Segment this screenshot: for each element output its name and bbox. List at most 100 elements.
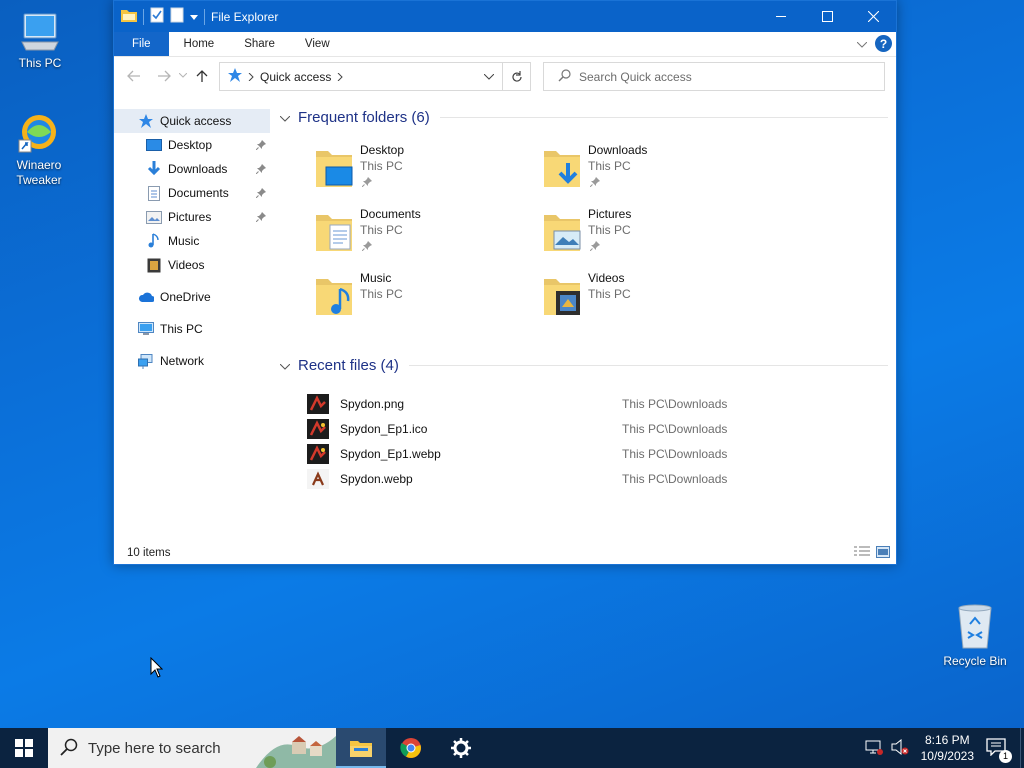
file-name: Spydon_Ep1.webp bbox=[340, 446, 441, 461]
folder-icon[interactable] bbox=[121, 8, 137, 25]
search-icon bbox=[60, 738, 78, 759]
address-bar[interactable]: Quick access bbox=[219, 62, 531, 91]
chrome-icon bbox=[400, 738, 421, 758]
sidebar-item-label: Desktop bbox=[168, 138, 213, 152]
desktop-icon-winaero-tweaker[interactable]: Winaero Tweaker bbox=[1, 112, 77, 188]
taskbar-chrome[interactable] bbox=[386, 728, 436, 768]
image-file-icon bbox=[307, 393, 329, 414]
item-count: 10 items bbox=[127, 547, 171, 559]
pin-icon[interactable] bbox=[255, 211, 266, 225]
desktop-icon-label: Winaero Tweaker bbox=[16, 158, 62, 187]
folder-tile-downloads[interactable]: Downloads This PC bbox=[542, 143, 742, 199]
maximize-button[interactable] bbox=[804, 1, 850, 32]
winaero-tweaker-icon bbox=[17, 112, 61, 156]
taskbar: Type here to search 8:16 PM 10/9/2023 1 bbox=[0, 728, 1024, 768]
frequent-folders-header[interactable]: Frequent folders (6) bbox=[274, 105, 888, 129]
recent-locations-button[interactable] bbox=[176, 64, 190, 88]
desktop-icon bbox=[146, 137, 162, 153]
desktop-icon-recycle-bin[interactable]: Recycle Bin bbox=[940, 602, 1010, 668]
mouse-cursor-icon bbox=[150, 656, 164, 681]
close-button[interactable] bbox=[850, 1, 896, 32]
search-input[interactable]: Search Quick access bbox=[543, 62, 885, 91]
search-highlight-illustration bbox=[256, 728, 336, 768]
refresh-button[interactable] bbox=[502, 63, 530, 90]
picture-icon bbox=[146, 209, 162, 225]
folder-name: Music bbox=[360, 271, 392, 285]
tab-file[interactable]: File bbox=[114, 32, 169, 56]
sidebar-item-downloads[interactable]: Downloads bbox=[114, 157, 270, 181]
minimize-button[interactable] bbox=[758, 1, 804, 32]
desktop-icon-this-pc[interactable]: This PC bbox=[2, 10, 78, 71]
volume-muted-icon[interactable] bbox=[891, 738, 909, 758]
sidebar-item-pictures[interactable]: Pictures bbox=[114, 205, 270, 229]
clock-date: 10/9/2023 bbox=[920, 749, 974, 763]
folder-tile-pictures[interactable]: Pictures This PC bbox=[542, 207, 742, 263]
breadcrumb[interactable]: Quick access bbox=[260, 70, 331, 84]
large-icons-view-icon[interactable] bbox=[876, 546, 890, 561]
desktop-folder-icon bbox=[314, 145, 354, 189]
notification-count-badge: 1 bbox=[999, 749, 1012, 763]
folder-tile-desktop[interactable]: Desktop This PC bbox=[314, 143, 514, 199]
tab-home[interactable]: Home bbox=[168, 32, 230, 56]
recent-file-row[interactable]: Spydon.webp This PC\Downloads bbox=[274, 466, 888, 491]
sidebar-item-label: Documents bbox=[168, 186, 229, 200]
recent-files-header[interactable]: Recent files (4) bbox=[274, 353, 888, 377]
taskbar-settings[interactable] bbox=[436, 728, 486, 768]
desktop-icon-label: This PC bbox=[18, 56, 62, 70]
clock[interactable]: 8:16 PM 10/9/2023 bbox=[921, 732, 974, 764]
recent-files-list: Spydon.png This PC\Downloads Spydon_Ep1.… bbox=[274, 391, 888, 491]
help-icon[interactable]: ? bbox=[875, 35, 892, 52]
pin-icon bbox=[589, 176, 600, 190]
chevron-down-icon bbox=[279, 357, 291, 374]
sidebar-item-desktop[interactable]: Desktop bbox=[114, 133, 270, 157]
chevron-down-icon[interactable] bbox=[190, 10, 198, 24]
folder-name: Pictures bbox=[588, 207, 632, 221]
sidebar-item-videos[interactable]: Videos bbox=[114, 253, 270, 277]
sidebar-item-quick-access[interactable]: Quick access bbox=[114, 109, 270, 133]
file-location: This PC\Downloads bbox=[622, 446, 728, 461]
pin-icon[interactable] bbox=[255, 187, 266, 201]
sidebar-item-label: Pictures bbox=[168, 210, 212, 224]
file-name: Spydon.webp bbox=[340, 471, 413, 486]
details-view-icon[interactable] bbox=[854, 546, 870, 561]
download-icon bbox=[146, 161, 162, 177]
navigation-pane: Quick access Desktop Downloads Documents… bbox=[114, 109, 270, 373]
up-button[interactable] bbox=[190, 64, 214, 88]
recent-file-row[interactable]: Spydon_Ep1.ico This PC\Downloads bbox=[274, 416, 888, 441]
start-button[interactable] bbox=[0, 728, 48, 768]
taskbar-file-explorer[interactable] bbox=[336, 728, 386, 768]
notifications-button[interactable]: 1 bbox=[986, 737, 1012, 763]
tab-view[interactable]: View bbox=[289, 32, 345, 56]
address-dropdown-button[interactable] bbox=[478, 63, 500, 90]
pin-icon[interactable] bbox=[255, 163, 266, 177]
sidebar-item-music[interactable]: Music bbox=[114, 229, 270, 253]
chevron-right-icon[interactable] bbox=[248, 70, 254, 84]
tab-share[interactable]: Share bbox=[229, 32, 290, 56]
chevron-right-icon[interactable] bbox=[337, 70, 344, 84]
pin-icon[interactable] bbox=[255, 139, 266, 153]
navigation-bar: Quick access Search Quick access bbox=[114, 56, 896, 94]
back-button[interactable] bbox=[122, 64, 146, 88]
show-desktop-button[interactable] bbox=[1020, 728, 1024, 768]
search-icon bbox=[558, 68, 571, 85]
expand-ribbon-icon[interactable] bbox=[856, 37, 868, 51]
sidebar-item-network[interactable]: Network bbox=[114, 349, 270, 373]
folder-tile-documents[interactable]: Documents This PC bbox=[314, 207, 514, 263]
image-file-icon bbox=[307, 468, 329, 489]
pictures-folder-icon bbox=[542, 209, 582, 253]
sidebar-item-label: Videos bbox=[168, 258, 205, 272]
sidebar-item-this-pc[interactable]: This PC bbox=[114, 317, 270, 341]
folder-tile-music[interactable]: Music This PC bbox=[314, 271, 514, 327]
taskbar-search-input[interactable]: Type here to search bbox=[48, 728, 336, 768]
group-header-label: Recent files (4) bbox=[298, 356, 399, 374]
folder-tile-videos[interactable]: Videos This PC bbox=[542, 271, 742, 327]
sidebar-item-documents[interactable]: Documents bbox=[114, 181, 270, 205]
new-folder-icon[interactable] bbox=[170, 7, 184, 26]
recent-file-row[interactable]: Spydon.png This PC\Downloads bbox=[274, 391, 888, 416]
properties-icon[interactable] bbox=[150, 7, 164, 26]
forward-button[interactable] bbox=[152, 64, 176, 88]
recent-file-row[interactable]: Spydon_Ep1.webp This PC\Downloads bbox=[274, 441, 888, 466]
windows-logo-icon bbox=[15, 739, 33, 757]
network-disconnected-icon[interactable] bbox=[865, 739, 883, 758]
sidebar-item-onedrive[interactable]: OneDrive bbox=[114, 285, 270, 309]
